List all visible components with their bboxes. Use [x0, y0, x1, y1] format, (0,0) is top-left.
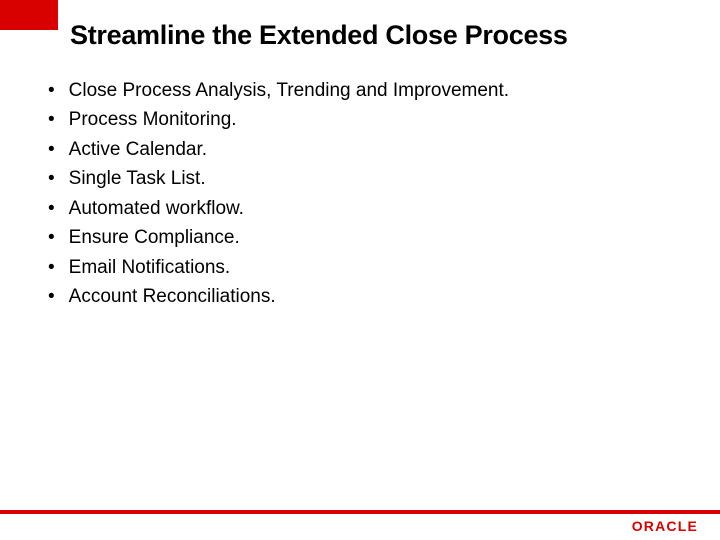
- list-item: Account Reconciliations.: [48, 282, 509, 311]
- list-item-text: Email Notifications.: [69, 253, 231, 282]
- list-item: Ensure Compliance.: [48, 223, 509, 252]
- footer-divider-bar: [0, 510, 720, 514]
- slide-title: Streamline the Extended Close Process: [70, 20, 568, 51]
- list-item: Single Task List.: [48, 164, 509, 193]
- list-item-text: Account Reconciliations.: [69, 282, 276, 311]
- list-item-text: Automated workflow.: [69, 194, 244, 223]
- list-item-text: Process Monitoring.: [69, 105, 237, 134]
- list-item-text: Single Task List.: [69, 164, 206, 193]
- list-item-text: Active Calendar.: [69, 135, 207, 164]
- list-item: Active Calendar.: [48, 135, 509, 164]
- list-item: Automated workflow.: [48, 194, 509, 223]
- branding-red-square: [0, 0, 58, 30]
- list-item: Email Notifications.: [48, 253, 509, 282]
- oracle-logo: ORACLE: [632, 518, 698, 534]
- list-item: Process Monitoring.: [48, 105, 509, 134]
- list-item-text: Ensure Compliance.: [69, 223, 240, 252]
- bullet-list: Close Process Analysis, Trending and Imp…: [48, 76, 509, 312]
- list-item: Close Process Analysis, Trending and Imp…: [48, 76, 509, 105]
- list-item-text: Close Process Analysis, Trending and Imp…: [69, 76, 509, 105]
